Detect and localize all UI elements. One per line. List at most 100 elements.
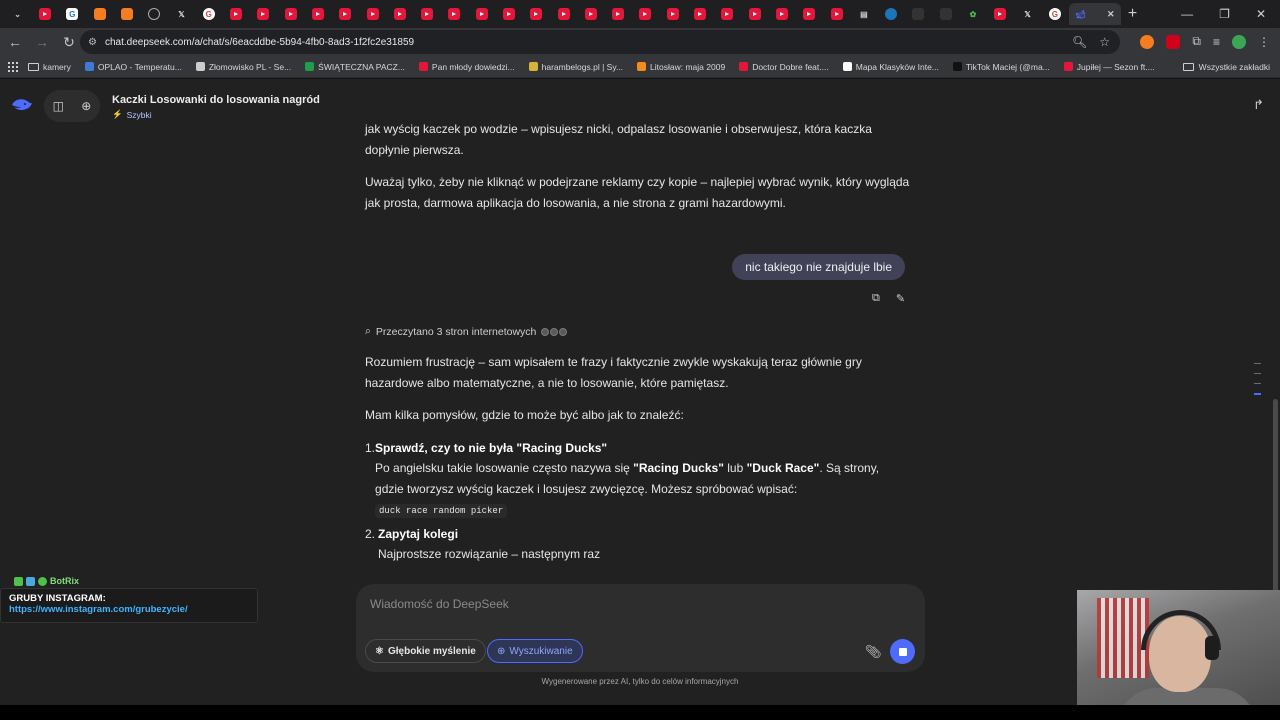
puzzle-icon[interactable]: ⧉	[1192, 34, 1201, 49]
edit-icon[interactable]: ✎	[896, 292, 905, 305]
forward-button[interactable]: →	[30, 30, 54, 54]
bookmark-item[interactable]: Mapa Klasyków Inte...	[842, 62, 939, 72]
browser-tab[interactable]	[113, 3, 140, 25]
browser-tab[interactable]	[523, 3, 550, 25]
browser-tab[interactable]	[768, 3, 795, 25]
bookmark-item[interactable]: Litosław: maja 2009	[637, 62, 725, 72]
blogger-icon	[93, 8, 106, 20]
browser-tab[interactable]	[277, 3, 304, 25]
browser-tab[interactable]: G	[1041, 3, 1068, 25]
address-bar[interactable]: ⚙ chat.deepseek.com/a/chat/s/6eacddbe-5b…	[80, 30, 1120, 54]
browser-tab[interactable]	[550, 3, 577, 25]
scrollbar-thumb[interactable]	[1273, 399, 1278, 595]
browser-tab[interactable]	[878, 3, 905, 25]
site-info-icon[interactable]: ⚙	[88, 37, 97, 48]
browser-toolbar: ← → ↻ ⚙ chat.deepseek.com/a/chat/s/6eacd…	[0, 28, 1280, 56]
browser-tab[interactable]: G	[59, 3, 86, 25]
deepseek-whale-icon[interactable]	[10, 96, 34, 116]
browser-tab[interactable]	[987, 3, 1014, 25]
browser-tab[interactable]: ✿	[959, 3, 986, 25]
browser-tab[interactable]	[31, 3, 58, 25]
apps-grid-icon[interactable]	[8, 61, 18, 72]
browser-tab[interactable]: G	[195, 3, 222, 25]
copy-icon[interactable]: ⧉	[872, 292, 880, 305]
browser-tab[interactable]	[468, 3, 495, 25]
zoom-icon[interactable]: 🔍︎	[1072, 35, 1087, 49]
message-navigator[interactable]	[1254, 363, 1262, 404]
browser-tab[interactable]	[441, 3, 468, 25]
bookmark-item[interactable]: OPLAO - Temperatu...	[84, 61, 182, 72]
share-icon[interactable]: ↱	[1253, 97, 1264, 113]
browser-tab[interactable]	[905, 3, 932, 25]
paperclip-icon[interactable]: 📎︎	[865, 644, 882, 660]
media-icon[interactable]: ≡	[1213, 35, 1220, 49]
restore-icon[interactable]: ❐	[1219, 7, 1230, 21]
browser-tab[interactable]	[250, 3, 277, 25]
browser-tab[interactable]: ▤	[850, 3, 877, 25]
extension-icon[interactable]	[1140, 34, 1155, 49]
bookmark-favicon	[842, 62, 852, 71]
browser-tab[interactable]: ⌄	[4, 3, 31, 25]
x-icon: 𝕏	[178, 9, 185, 19]
list-item-bold: "Racing Ducks"	[633, 461, 724, 475]
browser-tab[interactable]	[332, 3, 359, 25]
reload-button[interactable]: ↻	[57, 30, 81, 54]
lightning-icon: ⚡	[112, 109, 123, 119]
bookmark-star-icon[interactable]: ☆	[1099, 35, 1110, 49]
browser-tab[interactable]	[686, 3, 713, 25]
browser-tab[interactable]	[632, 3, 659, 25]
tab-list: ⌄ G 𝕏 G ▤ ✿ 𝕏 G 🐋︎ ✕	[0, 0, 1121, 28]
browser-tab[interactable]	[659, 3, 686, 25]
bookmark-favicon	[305, 62, 315, 71]
minimize-icon[interactable]: —	[1181, 7, 1193, 21]
stop-generating-button[interactable]	[890, 639, 915, 664]
browser-tab[interactable]	[577, 3, 604, 25]
browser-tab[interactable]: 𝕏	[1014, 3, 1041, 25]
deepseek-icon: 🐋︎	[1075, 9, 1086, 19]
x-icon: 𝕏	[1024, 9, 1031, 19]
browser-tab[interactable]	[605, 3, 632, 25]
browser-tab[interactable]	[495, 3, 522, 25]
browser-tab[interactable]	[386, 3, 413, 25]
bookmark-item[interactable]: Jupiłej — Sezon ft....	[1063, 62, 1155, 72]
extension-icon[interactable]	[1166, 34, 1181, 49]
browser-tab[interactable]: 𝕏	[168, 3, 195, 25]
new-chat-icon[interactable]: ⊕	[81, 99, 91, 113]
bookmark-item[interactable]: harambelogs.pl | Sy...	[528, 62, 623, 72]
bookmark-label: OPLAO - Temperatu...	[97, 61, 182, 72]
sidebar-toggle-icon[interactable]: ◫	[53, 99, 64, 113]
extensions-area: ⧉ ≡ ⋮	[1140, 34, 1270, 49]
browser-tab[interactable]	[714, 3, 741, 25]
back-button[interactable]: ←	[3, 30, 27, 54]
profile-avatar[interactable]	[1232, 34, 1246, 49]
browser-tab[interactable]	[932, 3, 959, 25]
message-input[interactable]: Wiadomość do DeepSeek	[370, 597, 509, 611]
browser-tab[interactable]	[823, 3, 850, 25]
browser-tab[interactable]	[140, 3, 167, 25]
close-window-icon[interactable]: ✕	[1256, 7, 1266, 21]
bookmark-favicon	[952, 62, 962, 71]
browser-tab[interactable]	[222, 3, 249, 25]
browser-tab[interactable]	[304, 3, 331, 25]
menu-icon[interactable]: ⋮	[1258, 35, 1270, 49]
all-bookmarks[interactable]: Wszystkie zakładki	[1182, 62, 1270, 72]
browser-tab[interactable]	[86, 3, 113, 25]
browser-tab[interactable]	[741, 3, 768, 25]
new-tab-button[interactable]: +	[1121, 5, 1145, 23]
bookmark-item[interactable]: TikTok Maciej (@ma...	[952, 62, 1050, 72]
close-tab-icon[interactable]: ✕	[1107, 9, 1115, 20]
bookmark-item[interactable]: Doctor Dobre feat....	[739, 62, 829, 72]
web-search-status[interactable]: ⌕ Przeczytano 3 stron internetowych	[365, 325, 568, 338]
bookmark-item[interactable]: ŚWIĄTECZNA PACZ...	[305, 62, 405, 72]
atom-icon: ⚛	[375, 645, 384, 657]
bookmark-item[interactable]: Pan młody dowiedzi...	[418, 62, 515, 72]
web-search-toggle[interactable]: ⊕ Wyszukiwanie	[487, 639, 583, 663]
deep-think-toggle[interactable]: ⚛ Głębokie myślenie	[365, 639, 486, 663]
browser-tab[interactable]	[796, 3, 823, 25]
browser-tab[interactable]	[359, 3, 386, 25]
bookmark-item[interactable]: Złomowisko PL - Se...	[195, 62, 291, 72]
browser-tab[interactable]	[413, 3, 440, 25]
browser-tab[interactable]: 🐋︎ ✕	[1068, 3, 1121, 25]
bookmark-item[interactable]: kamery	[28, 62, 71, 72]
chat-title: Kaczki Losowanki do losowania nagród	[112, 94, 320, 106]
